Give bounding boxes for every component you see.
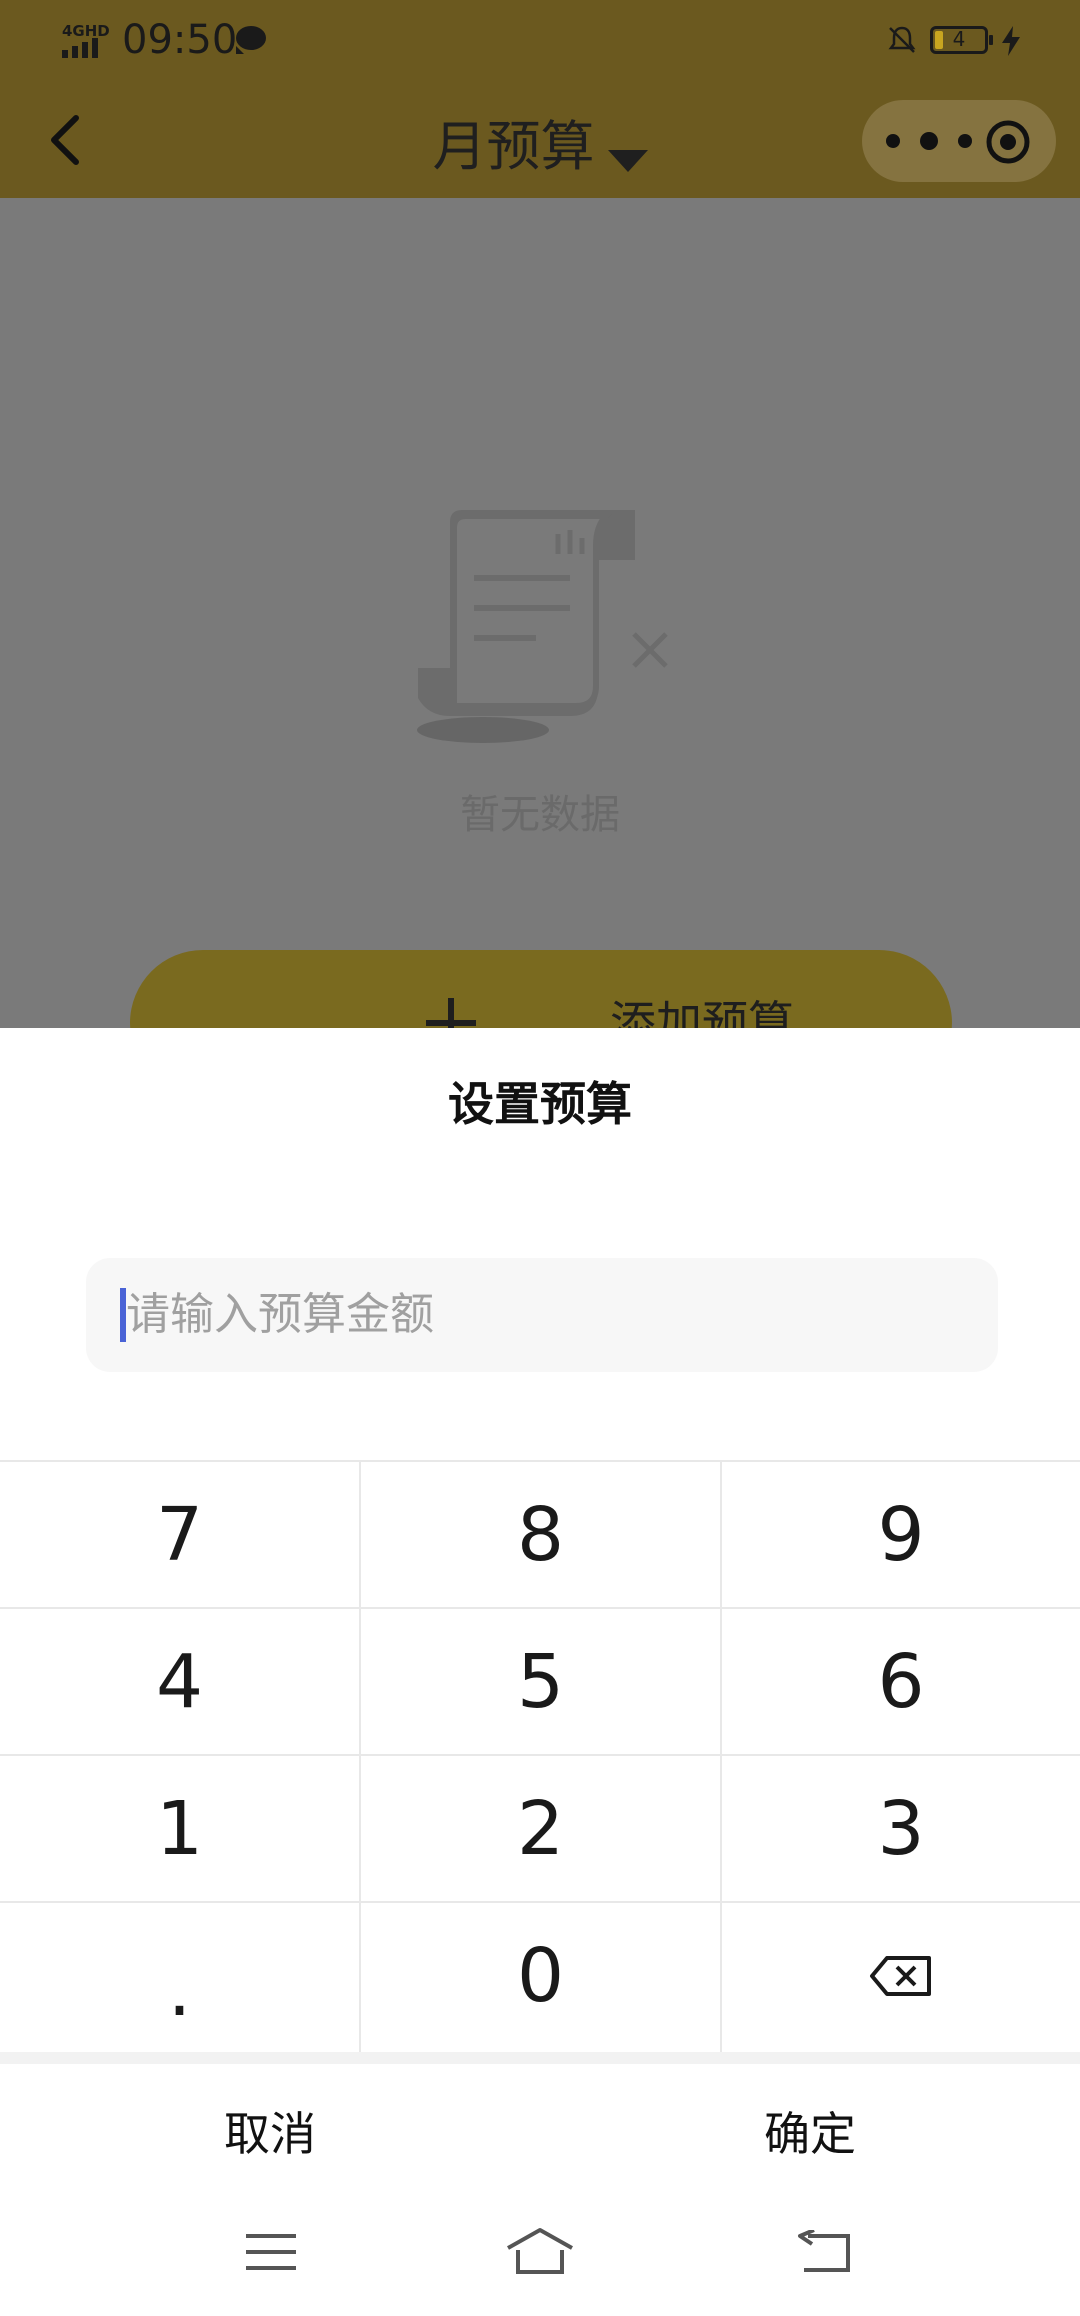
empty-state-text: 暂无数据 <box>460 792 620 838</box>
page-content-overlay[interactable]: 暂无数据 添加预算 <box>0 198 1080 1096</box>
key-decimal[interactable]: . <box>0 1903 359 2048</box>
key-2[interactable]: 2 <box>361 1756 720 1901</box>
key-6[interactable]: 6 <box>722 1609 1080 1754</box>
section-divider <box>0 2052 1080 2064</box>
budget-sheet: 设置预算 请输入预算金额 7 8 9 4 5 6 1 2 3 . 0 取消 确定 <box>0 1028 1080 2316</box>
sheet-title: 设置预算 <box>448 1077 632 1131</box>
numeric-keypad: 7 8 9 4 5 6 1 2 3 . 0 <box>0 1460 1080 2054</box>
receipt-empty-icon <box>417 510 668 743</box>
key-7[interactable]: 7 <box>0 1462 359 1607</box>
charging-icon <box>1002 26 1020 56</box>
key-9[interactable]: 9 <box>722 1462 1080 1607</box>
key-4[interactable]: 4 <box>0 1609 359 1754</box>
network-label: 4GHD <box>62 22 110 40</box>
status-time: 09:50 <box>122 17 238 63</box>
backspace-icon <box>870 1955 931 1996</box>
keypad-divider <box>359 1462 361 2054</box>
caret-down-icon <box>607 149 648 172</box>
network-signal-icon: 4GHD <box>62 22 110 58</box>
status-bar: 4GHD 09:50 4 <box>0 0 1080 80</box>
cancel-button[interactable]: 取消 <box>0 2064 540 2204</box>
keypad-divider <box>0 1754 1080 1756</box>
key-8[interactable]: 8 <box>361 1462 720 1607</box>
key-backspace[interactable] <box>722 1903 1080 2048</box>
chat-bubble-icon <box>236 26 266 54</box>
key-0[interactable]: 0 <box>361 1903 720 2048</box>
key-5[interactable]: 5 <box>361 1609 720 1754</box>
battery-icon: 4 <box>930 26 993 54</box>
amount-placeholder: 请输入预算金额 <box>126 1289 434 1340</box>
confirm-button[interactable]: 确定 <box>540 2064 1080 2204</box>
back-nav-icon[interactable] <box>794 2230 852 2274</box>
key-3[interactable]: 3 <box>722 1756 1080 1901</box>
more-icon[interactable] <box>886 124 976 158</box>
system-nav-bar <box>0 2200 1080 2316</box>
app-screen: 4GHD 09:50 4 月预算 暂无数据 添加预算 设置预算 请输入预算金额 … <box>0 0 1080 2316</box>
keypad-divider <box>0 1607 1080 1609</box>
mini-program-capsule <box>862 100 1056 182</box>
key-1[interactable]: 1 <box>0 1756 359 1901</box>
bell-off-icon <box>888 26 916 53</box>
keypad-divider <box>720 1462 722 2054</box>
home-icon[interactable] <box>504 2226 576 2276</box>
battery-level: 4 <box>952 27 966 51</box>
target-icon[interactable] <box>984 118 1032 166</box>
menu-icon[interactable] <box>244 2230 298 2274</box>
amount-input[interactable]: 请输入预算金额 <box>86 1258 998 1372</box>
key-decimal-label: . <box>167 1946 192 2033</box>
page-title: 月预算 <box>432 115 595 178</box>
keypad-divider <box>0 1901 1080 1903</box>
